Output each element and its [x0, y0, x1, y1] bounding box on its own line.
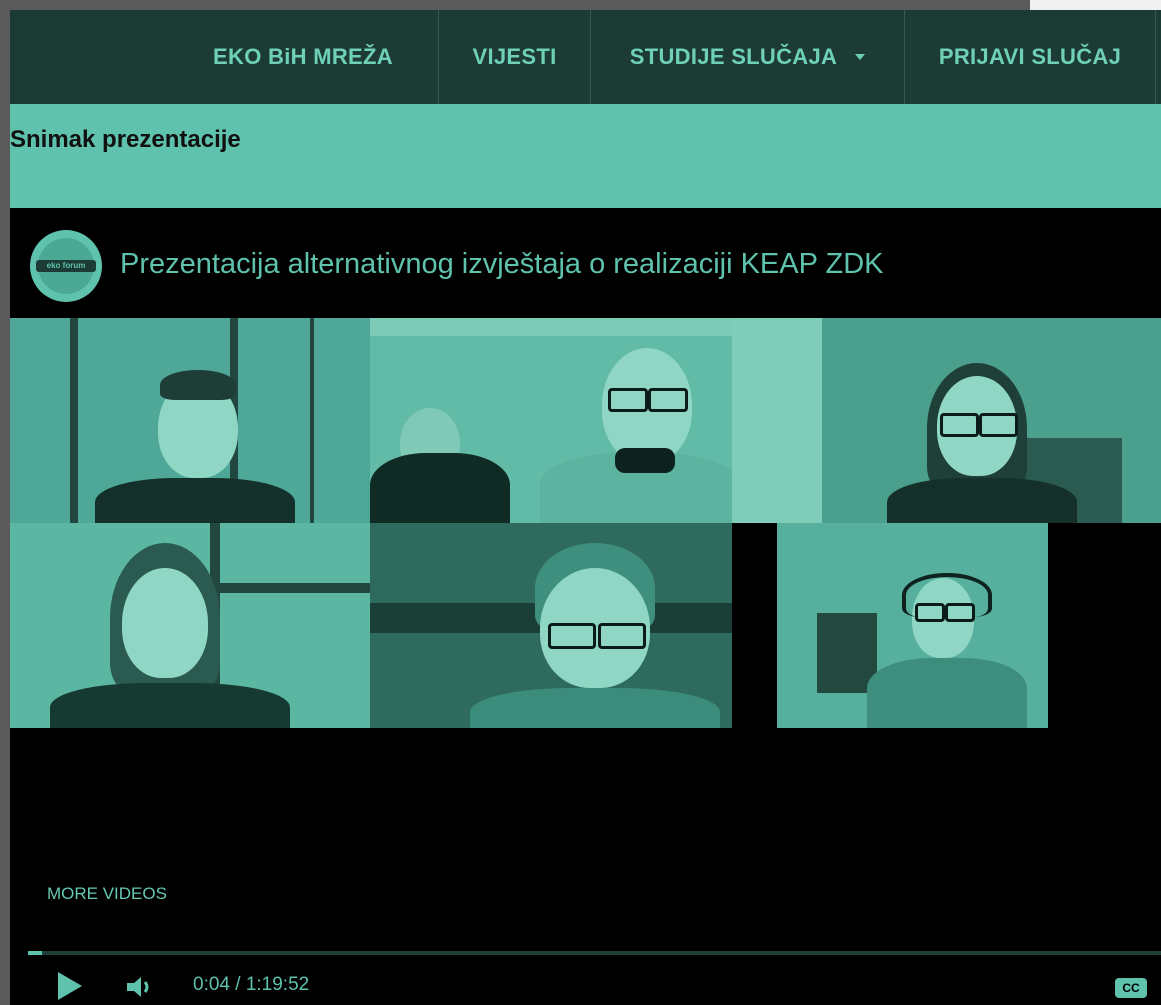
participant-tile: [10, 318, 370, 523]
nav-item-label: VIJESTI: [472, 44, 557, 69]
play-icon[interactable]: [58, 972, 82, 1000]
video-player[interactable]: eko forum Prezentacija alternativnog izv…: [10, 208, 1161, 1005]
video-frame[interactable]: [10, 318, 1161, 728]
progress-bar[interactable]: [28, 951, 1161, 955]
volume-icon[interactable]: [125, 974, 155, 1000]
nav-item-label: PRIJAVI SLUČAJ: [938, 44, 1122, 69]
participant-body: [50, 683, 290, 728]
nav-item-studije-slucaja[interactable]: STUDIJE SLUČAJA: [591, 10, 904, 104]
participant-body: [867, 658, 1027, 728]
participant-tile: [777, 523, 1048, 728]
time-display: 0:04 / 1:19:52: [193, 974, 310, 995]
nav-item-label: EKO BiH MREŽA: [213, 44, 393, 69]
nav-item-vijesti[interactable]: VIJESTI: [439, 10, 590, 104]
section-title: Snimak prezentacije: [10, 126, 241, 153]
page-edge: [0, 0, 10, 1005]
logo-text: eko forum: [46, 261, 86, 270]
chevron-down-icon: [855, 54, 866, 60]
participant-glasses: [945, 603, 975, 622]
closed-captions-icon[interactable]: CC: [1115, 978, 1147, 998]
participant-tile: [10, 523, 370, 728]
screenshot-frame: EKO BiH MREŽA VIJESTI STUDIJE SLUČAJA PR…: [10, 10, 1161, 1005]
participant-glasses: [648, 388, 688, 412]
participant-glasses: [979, 413, 1018, 437]
participant-face: [122, 568, 208, 678]
participant-glasses: [598, 623, 646, 649]
participant-tile: [370, 318, 732, 523]
more-videos-link[interactable]: MORE VIDEOS: [47, 884, 167, 904]
participant-tile: [370, 523, 732, 728]
channel-logo[interactable]: eko forum: [30, 230, 102, 302]
nav-divider: [1155, 10, 1156, 104]
participant-glasses: [608, 388, 648, 412]
nav-item-eko-bih-mreza[interactable]: EKO BiH MREŽA: [168, 10, 438, 104]
participant-body: [370, 453, 510, 523]
section-header: Snimak prezentacije: [10, 104, 1161, 208]
participant-tile: [732, 318, 1161, 523]
player-controls: 0:04 / 1:19:52 CC: [10, 968, 1161, 1005]
participant-body: [95, 478, 295, 523]
progress-fill: [28, 951, 42, 955]
participant-glasses: [940, 413, 979, 437]
participant-hair: [160, 370, 236, 400]
nav-item-label: STUDIJE SLUČAJA: [629, 44, 838, 69]
participant-body: [887, 478, 1077, 523]
top-navigation: EKO BiH MREŽA VIJESTI STUDIJE SLUČAJA PR…: [10, 10, 1161, 104]
participant-glasses: [548, 623, 596, 649]
nav-item-prijavi-slucaj[interactable]: PRIJAVI SLUČAJ: [905, 10, 1155, 104]
participant-glasses: [915, 603, 945, 622]
page-corner: [1030, 0, 1161, 10]
video-title[interactable]: Prezentacija alternativnog izvještaja o …: [120, 248, 884, 281]
participant-body: [470, 688, 720, 728]
